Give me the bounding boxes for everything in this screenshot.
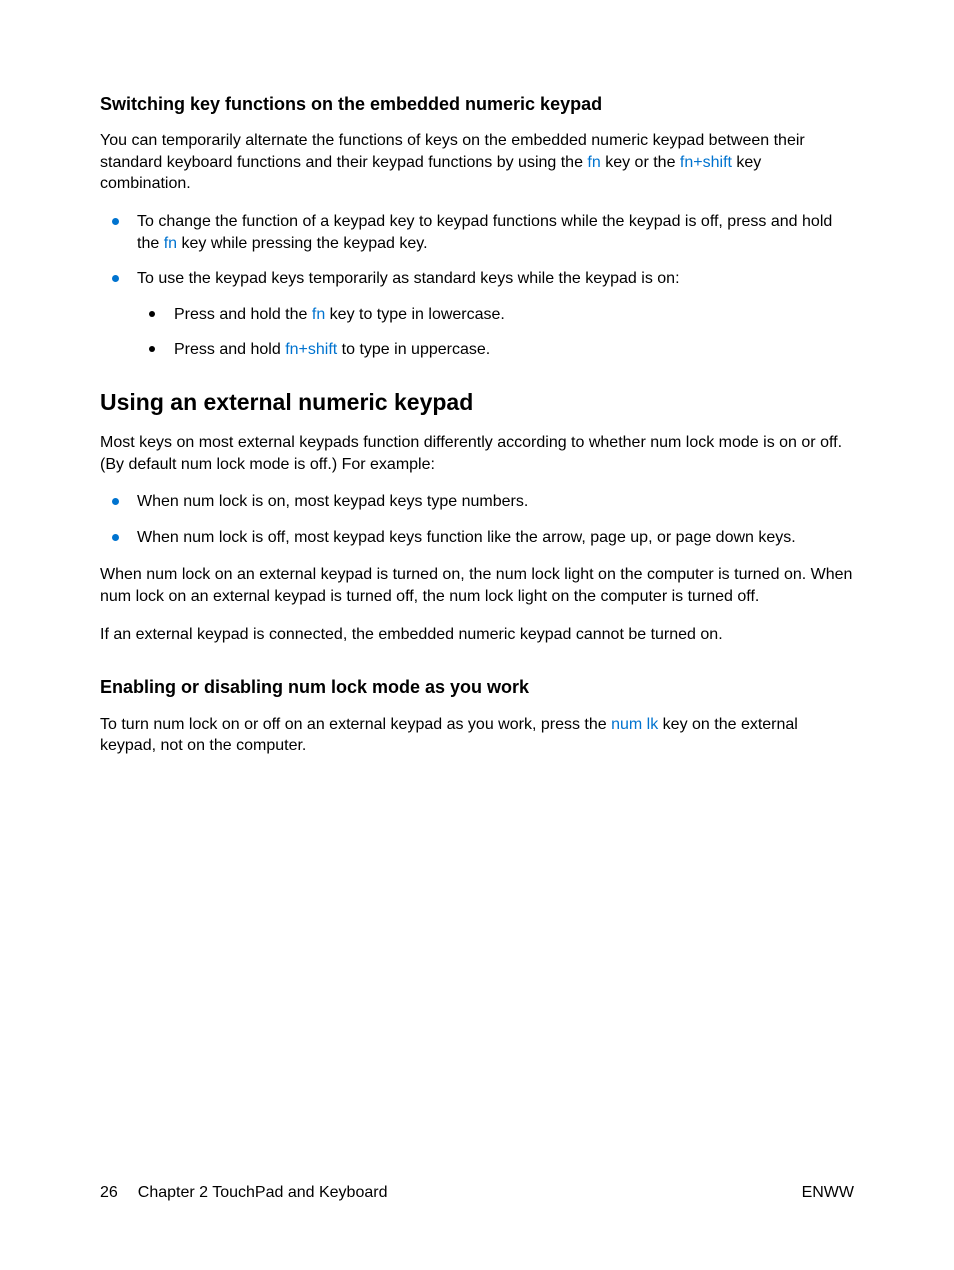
section1-intro: You can temporarily alternate the functi… [100,130,854,195]
text: to type in uppercase. [337,341,490,358]
text: key or the [601,154,680,171]
chapter-title: Chapter 2 TouchPad and Keyboard [138,1184,388,1202]
fn-key: fn [164,235,177,252]
fn-shift-key: fn+shift [285,341,337,358]
list-item: To change the function of a keypad key t… [100,211,854,254]
footer-right: ENWW [802,1184,854,1202]
fn-key: fn [312,306,325,323]
list-item: Press and hold fn+shift to type in upper… [137,339,854,361]
page-number: 26 [100,1184,118,1202]
section2-para1: When num lock on an external keypad is t… [100,564,854,607]
text: key while pressing the keypad key. [177,235,428,252]
section1-heading: Switching key functions on the embedded … [100,92,854,116]
text: To use the keypad keys temporarily as st… [137,270,680,287]
list-item: Press and hold the fn key to type in low… [137,304,854,326]
section2-list: When num lock is on, most keypad keys ty… [100,491,854,548]
section1-list: To change the function of a keypad key t… [100,211,854,361]
text: To turn num lock on or off on an externa… [100,716,611,733]
fn-shift-key: fn+shift [680,154,732,171]
footer-left: 26 Chapter 2 TouchPad and Keyboard [100,1184,387,1202]
section1-sublist: Press and hold the fn key to type in low… [137,304,854,361]
text: key to type in lowercase. [325,306,505,323]
section3-heading: Enabling or disabling num lock mode as y… [100,675,854,699]
list-item: To use the keypad keys temporarily as st… [100,268,854,361]
numlk-key: num lk [611,716,658,733]
section3-intro: To turn num lock on or off on an externa… [100,714,854,757]
list-item: When num lock is off, most keypad keys f… [100,527,854,549]
page-content: Switching key functions on the embedded … [100,92,854,757]
text: Press and hold the [174,306,312,323]
list-item: When num lock is on, most keypad keys ty… [100,491,854,513]
section2-heading: Using an external numeric keypad [100,387,854,418]
section2-intro: Most keys on most external keypads funct… [100,432,854,475]
page-footer: 26 Chapter 2 TouchPad and Keyboard ENWW [100,1184,854,1202]
text: Press and hold [174,341,285,358]
fn-key: fn [587,154,600,171]
section2-para2: If an external keypad is connected, the … [100,624,854,646]
